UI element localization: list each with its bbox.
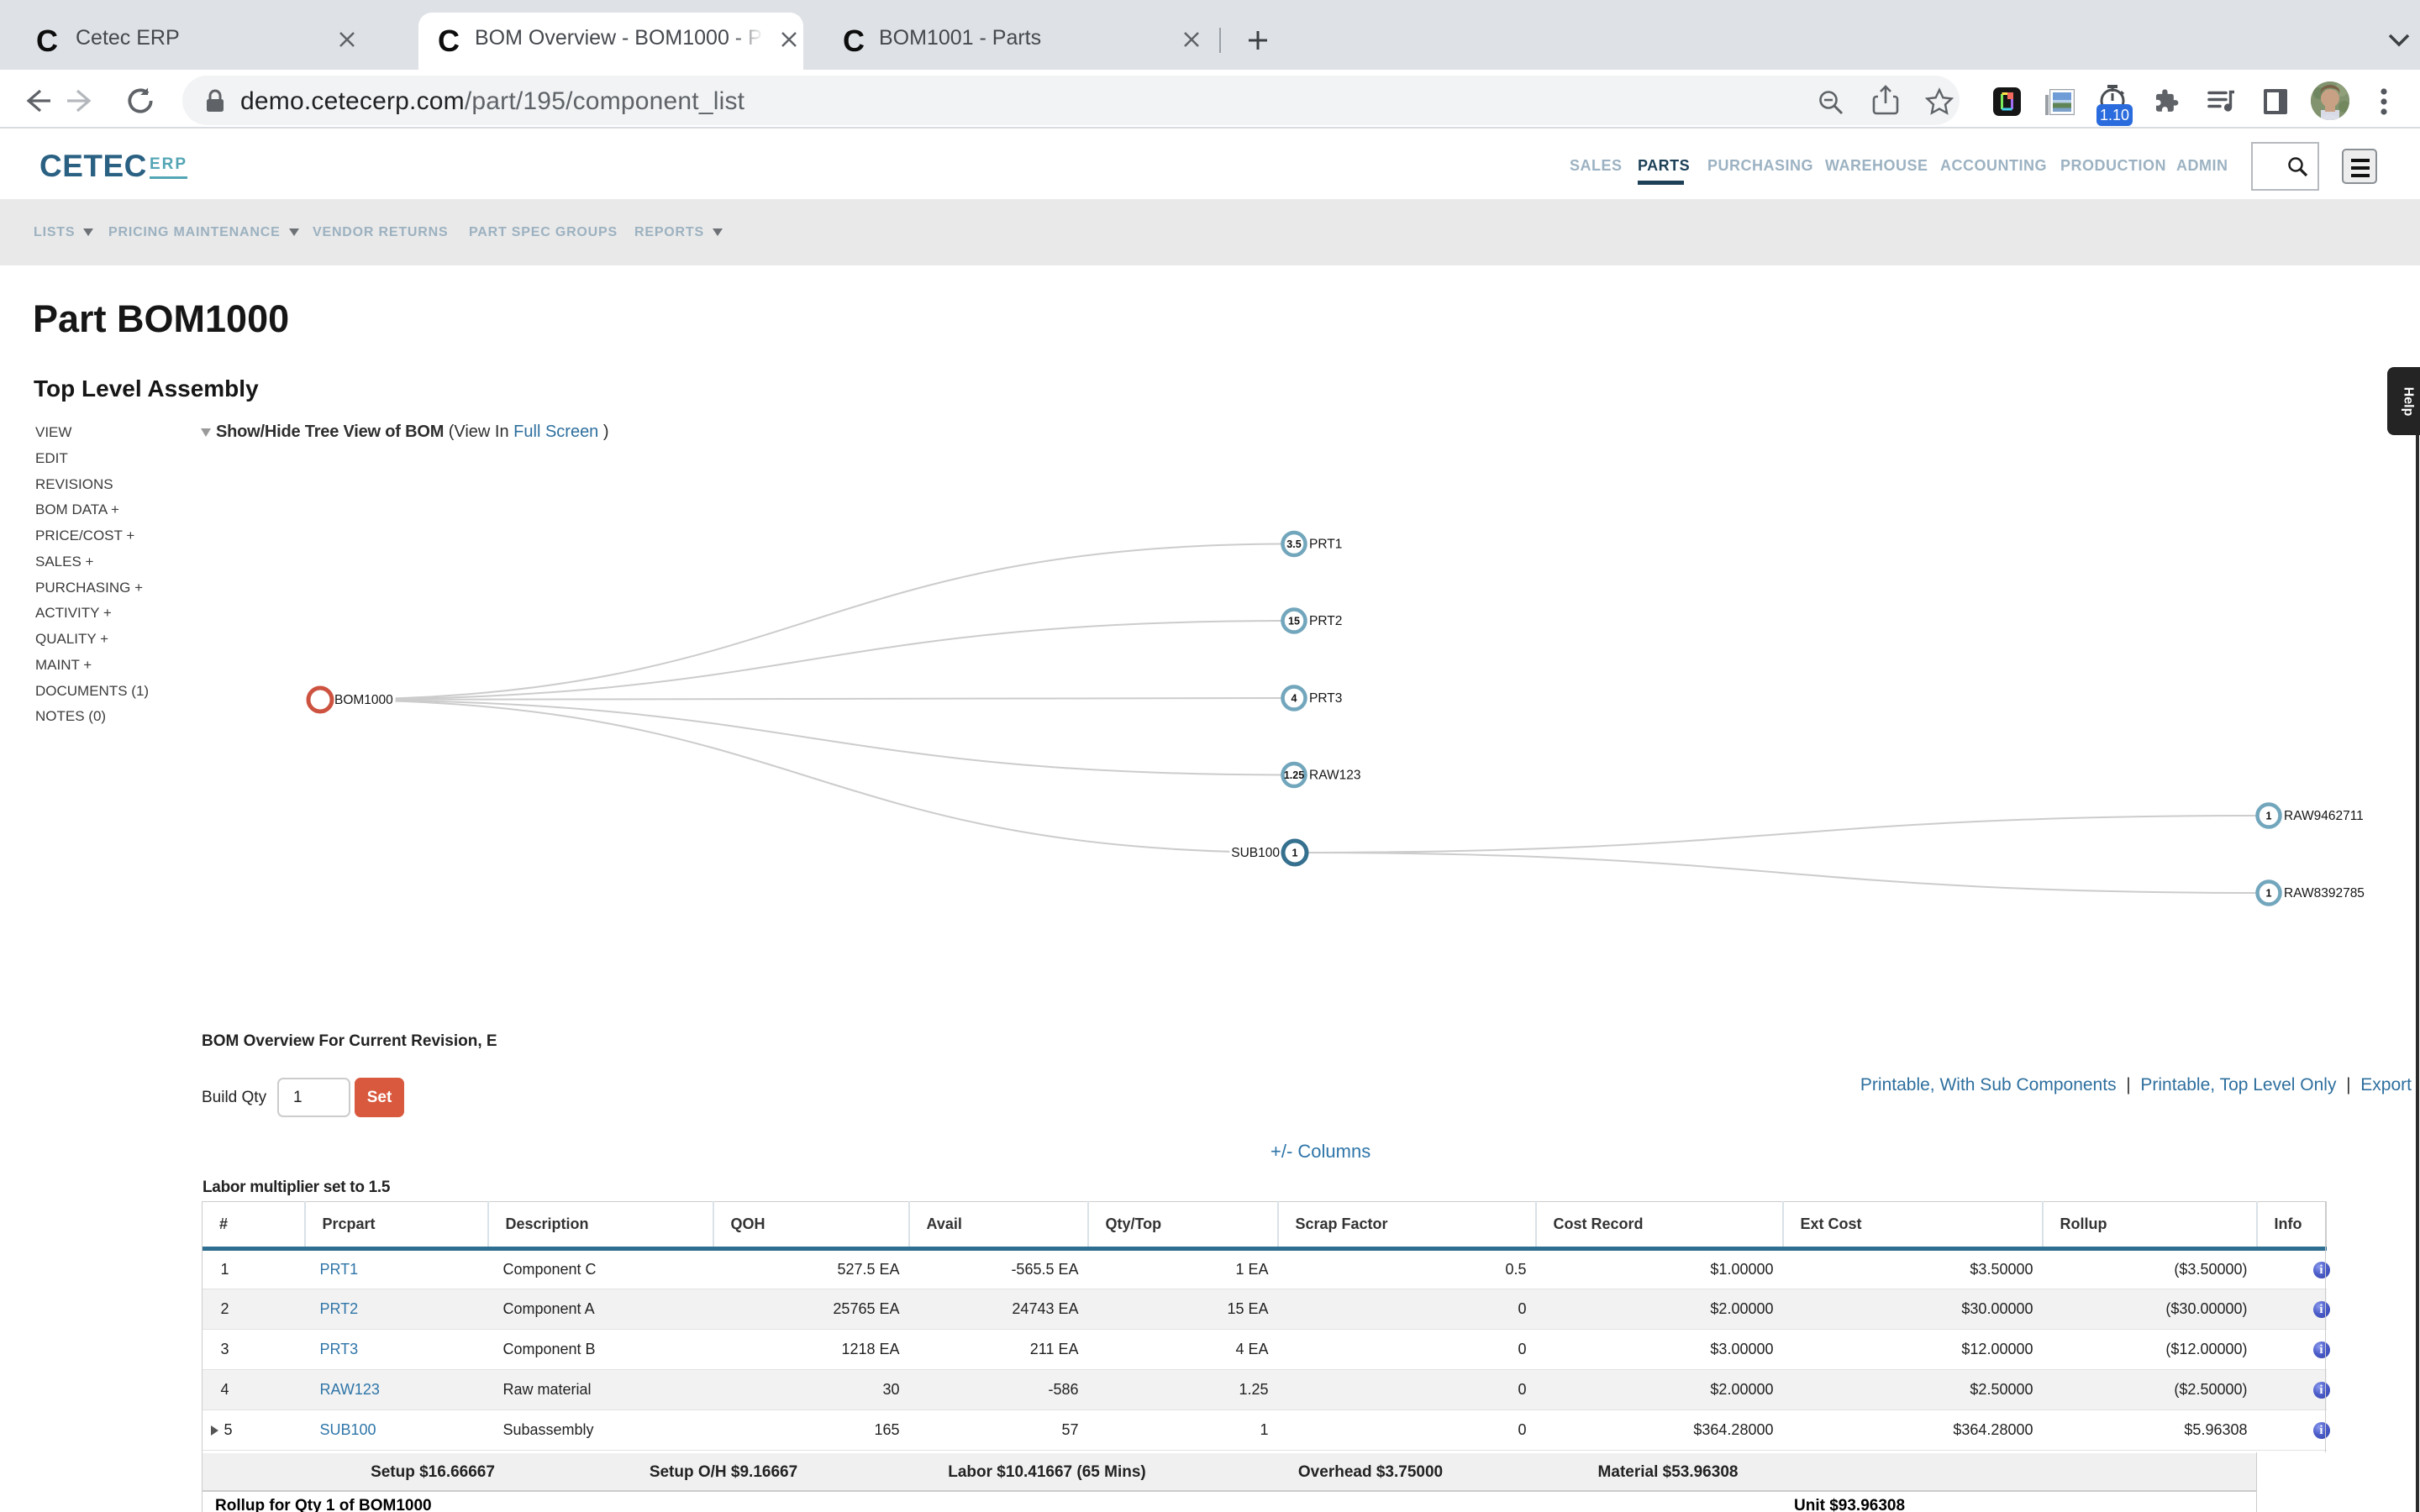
svg-text:BOM1000: BOM1000 <box>334 693 393 707</box>
svg-text:PRT2: PRT2 <box>1309 614 1342 628</box>
svg-text:4: 4 <box>1292 693 1297 705</box>
svg-text:PRT3: PRT3 <box>1309 691 1342 706</box>
svg-text:1: 1 <box>2266 888 2272 900</box>
svg-text:PRT1: PRT1 <box>1309 538 1342 552</box>
svg-text:3.5: 3.5 <box>1286 538 1301 550</box>
svg-text:RAW9462711: RAW9462711 <box>2284 809 2364 823</box>
svg-text:RAW123: RAW123 <box>1309 769 1360 783</box>
svg-text:1: 1 <box>1292 848 1298 859</box>
svg-text:RAW8392785: RAW8392785 <box>2284 886 2365 900</box>
svg-text:SUB100: SUB100 <box>1231 846 1280 860</box>
svg-text:15: 15 <box>1288 616 1300 627</box>
svg-text:1: 1 <box>2266 811 2272 822</box>
svg-text:1.25: 1.25 <box>1284 769 1304 781</box>
